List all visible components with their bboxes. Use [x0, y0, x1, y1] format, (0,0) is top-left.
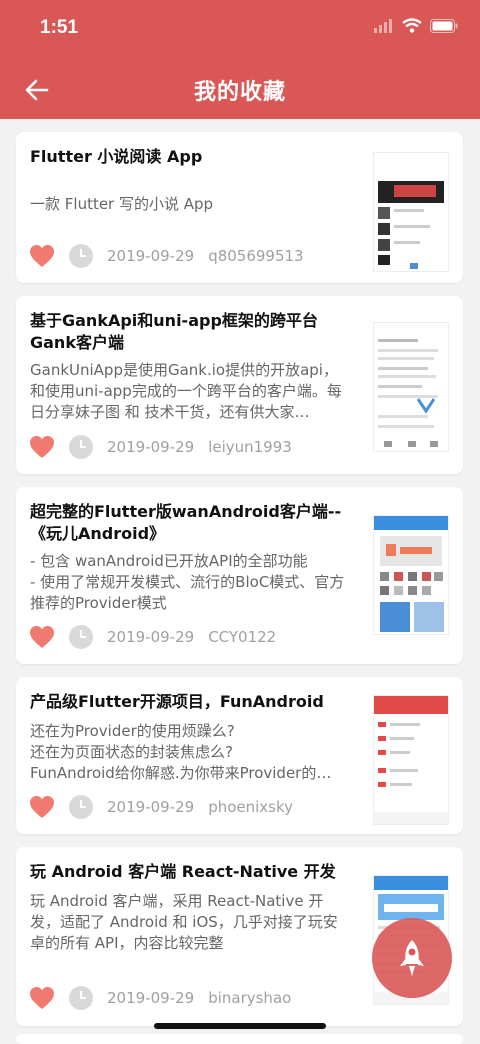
like-button[interactable] — [28, 243, 56, 269]
list-item-partial — [16, 1034, 463, 1044]
rocket-icon — [400, 940, 424, 976]
battery-icon — [430, 18, 458, 33]
list-item[interactable]: 基于GankApi和uni-app框架的跨平台Gank客户端 GankUniAp… — [16, 296, 463, 474]
item-author: q805699513 — [208, 247, 304, 265]
item-thumbnail — [373, 515, 449, 635]
item-title: 产品级Flutter开源项目，FunAndroid — [30, 692, 324, 711]
app-bar: 我的收藏 — [0, 60, 480, 119]
like-button[interactable] — [28, 985, 56, 1011]
status-time: 1:51 — [40, 17, 79, 38]
item-meta: 2019-09-29 phoenixsky — [28, 792, 293, 822]
status-bar: 1:51 — [0, 0, 480, 60]
heart-icon — [30, 436, 54, 458]
item-desc: 还在为Provider的使用烦躁么? 还在为页面状态的封装焦虑么? FunAnd… — [30, 722, 332, 782]
wifi-icon — [402, 18, 422, 33]
status-icons — [374, 18, 458, 33]
heart-icon — [30, 796, 54, 818]
item-title: Flutter 小说阅读 App — [30, 147, 203, 166]
page-title: 我的收藏 — [193, 80, 286, 105]
item-date: 2019-09-29 — [107, 628, 195, 646]
item-date: 2019-09-29 — [107, 798, 195, 816]
heart-icon — [30, 245, 54, 267]
scroll-top-fab[interactable] — [372, 918, 452, 998]
item-meta: 2019-09-29 leiyun1993 — [28, 432, 292, 462]
item-author: leiyun1993 — [208, 438, 292, 456]
heart-icon — [30, 626, 54, 648]
like-button[interactable] — [28, 794, 56, 820]
item-meta: 2019-09-29 binaryshao — [28, 983, 291, 1013]
clock-icon — [69, 435, 93, 459]
item-thumbnail — [373, 695, 449, 825]
like-button[interactable] — [28, 624, 56, 650]
clock-icon — [69, 795, 93, 819]
item-meta: 2019-09-29 CCY0122 — [28, 622, 276, 652]
item-desc: 玩 Android 客户端，采用 React-Native 开发，适配了 And… — [30, 892, 338, 952]
item-author: CCY0122 — [208, 628, 277, 646]
item-title: 基于GankApi和uni-app框架的跨平台Gank客户端 — [30, 311, 318, 352]
list-item[interactable]: 产品级Flutter开源项目，FunAndroid 还在为Provider的使用… — [16, 677, 463, 834]
like-button[interactable] — [28, 434, 56, 460]
item-title: 玩 Android 客户端 React-Native 开发 — [30, 862, 336, 881]
item-thumbnail — [373, 322, 449, 452]
list-item[interactable]: Flutter 小说阅读 App 一款 Flutter 写的小说 App 201… — [16, 132, 463, 283]
item-desc: - 包含 wanAndroid已开放API的全部功能 - 使用了常规开发模式、流… — [30, 552, 345, 612]
list-item[interactable]: 超完整的Flutter版wanAndroid客户端--《玩儿Android》 -… — [16, 487, 463, 664]
signal-icon — [374, 18, 392, 33]
item-title: 超完整的Flutter版wanAndroid客户端--《玩儿Android》 — [30, 502, 342, 543]
item-author: phoenixsky — [208, 798, 294, 816]
item-meta: 2019-09-29 q805699513 — [28, 241, 304, 271]
home-indicator — [154, 1023, 326, 1029]
item-date: 2019-09-29 — [107, 247, 195, 265]
clock-icon — [69, 625, 93, 649]
item-desc: 一款 Flutter 写的小说 App — [30, 195, 214, 213]
item-date: 2019-09-29 — [107, 438, 195, 456]
item-desc: GankUniApp是使用Gank.io提供的开放api，和使用uni-app完… — [30, 361, 342, 421]
clock-icon — [69, 986, 93, 1010]
item-author: binaryshao — [208, 989, 292, 1007]
heart-icon — [30, 987, 54, 1009]
item-date: 2019-09-29 — [107, 989, 195, 1007]
item-thumbnail — [373, 152, 449, 272]
clock-icon — [69, 244, 93, 268]
